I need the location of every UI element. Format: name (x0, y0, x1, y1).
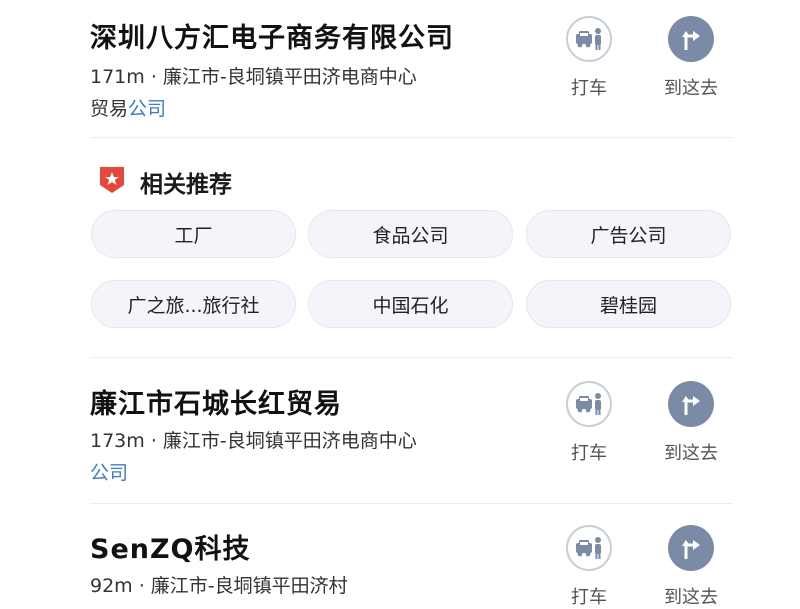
recommend-chip[interactable]: 中国石化 (308, 280, 513, 328)
divider (90, 357, 732, 358)
taxi-icon[interactable] (566, 381, 612, 427)
go-here-label: 到这去 (664, 443, 718, 464)
taxi-icon[interactable] (566, 16, 612, 62)
recommend-title: 相关推荐 (140, 172, 232, 198)
taxi-button[interactable]: 打车 (549, 16, 629, 100)
taxi-label: 打车 (571, 78, 607, 99)
taxi-button[interactable]: 打车 (549, 525, 629, 609)
recommend-chip[interactable]: 工厂 (91, 210, 296, 258)
result-title[interactable]: 深圳八方汇电子商务有限公司 (90, 16, 454, 55)
go-here-label: 到这去 (664, 587, 718, 608)
go-here-button[interactable]: 到这去 (651, 525, 731, 609)
go-here-button[interactable]: 到这去 (651, 381, 731, 465)
go-here-label: 到这去 (664, 78, 718, 99)
star-badge-icon (98, 165, 126, 199)
recommend-chip[interactable]: 碧桂园 (526, 280, 731, 328)
recommend-chip[interactable]: 广告公司 (526, 210, 731, 258)
taxi-icon[interactable] (566, 525, 612, 571)
result-address: 171m · 廉江市-良垌镇平田济电商中心 (90, 66, 417, 88)
taxi-label: 打车 (571, 587, 607, 608)
result-category: 贸易公司 (90, 94, 166, 121)
category-text: 贸易 (90, 98, 129, 120)
result-address: 92m · 廉江市-良垌镇平田济村 (90, 575, 348, 597)
recommend-header: 相关推荐 (98, 166, 232, 198)
turn-right-arrow-icon[interactable] (668, 525, 714, 571)
recommend-chip[interactable]: 广之旅...旅行社 (91, 280, 296, 328)
category-link[interactable]: 公司 (128, 98, 166, 120)
turn-right-arrow-icon[interactable] (668, 381, 714, 427)
recommend-chip[interactable]: 食品公司 (308, 210, 513, 258)
taxi-label: 打车 (571, 443, 607, 464)
result-item-2[interactable]: 廉江市石城长红贸易 173m · 廉江市-良垌镇平田济电商中心 公司 (90, 382, 732, 492)
result-category: 公司 (90, 458, 128, 485)
turn-right-arrow-icon[interactable] (668, 16, 714, 62)
result-title[interactable]: SenZQ科技 (90, 527, 251, 566)
result-title[interactable]: 廉江市石城长红贸易 (90, 382, 342, 421)
divider (90, 137, 732, 138)
result-item-3[interactable]: SenZQ科技 92m · 廉江市-良垌镇平田济村 (90, 527, 732, 600)
result-item-1[interactable]: 深圳八方汇电子商务有限公司 171m · 廉江市-良垌镇平田济电商中心 贸易公司 (90, 16, 732, 126)
divider (90, 503, 732, 504)
taxi-button[interactable]: 打车 (549, 381, 629, 465)
go-here-button[interactable]: 到这去 (651, 16, 731, 100)
result-address: 173m · 廉江市-良垌镇平田济电商中心 (90, 430, 417, 452)
category-link[interactable]: 公司 (90, 462, 128, 484)
